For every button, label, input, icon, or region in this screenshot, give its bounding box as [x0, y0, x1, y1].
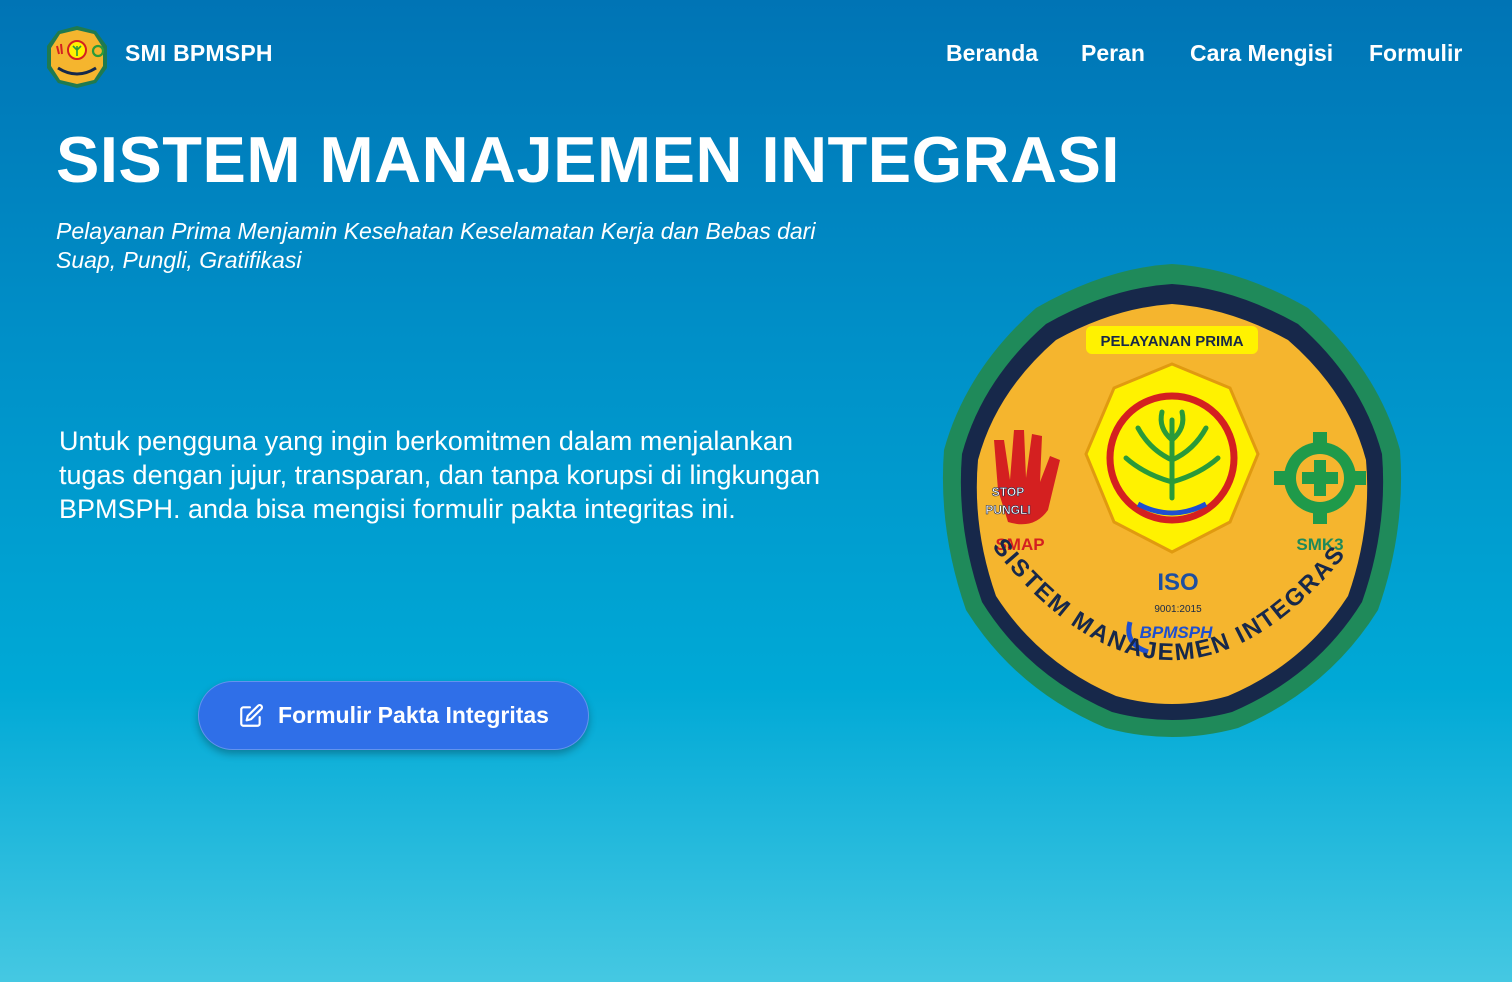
hero-subtitle-line2: Suap, Pungli, Gratifikasi — [56, 247, 302, 273]
pungli-label: PUNGLI — [985, 503, 1030, 517]
nav-link-peran[interactable]: Peran — [1081, 40, 1145, 67]
hero-title: SISTEM MANAJEMEN INTEGRASI — [56, 123, 1120, 196]
brand-name[interactable]: SMI BPMSPH — [125, 40, 273, 67]
edit-icon — [240, 703, 263, 727]
hero-subtitle-line1: Pelayanan Prima Menjamin Kesehatan Kesel… — [56, 218, 816, 244]
iso-number: 9001:2015 — [1154, 604, 1202, 615]
nav-link-cara-mengisi[interactable]: Cara Mengisi — [1190, 40, 1333, 67]
stop-label: STOP — [992, 485, 1024, 499]
nav-link-formulir[interactable]: Formulir — [1369, 40, 1462, 67]
formulir-pakta-integritas-button[interactable]: Formulir Pakta Integritas — [198, 681, 589, 750]
cta-label: Formulir Pakta Integritas — [278, 702, 549, 728]
brand-logo[interactable] — [44, 24, 110, 90]
hero-subtitle: Pelayanan Prima Menjamin Kesehatan Kesel… — [56, 217, 916, 275]
iso-label: ISO — [1157, 569, 1198, 596]
hero-description: Untuk pengguna yang ingin berkomitmen da… — [59, 426, 821, 524]
smi-emblem: PELAYANAN PRIMA STOP PUNGLI SMAP SMK3 IS… — [938, 260, 1402, 737]
emblem-top-label: PELAYANAN PRIMA — [1100, 333, 1243, 350]
nav-link-beranda[interactable]: Beranda — [946, 40, 1038, 67]
site-header: SMI BPMSPH Beranda Peran Cara Mengisi Fo… — [0, 0, 1512, 110]
